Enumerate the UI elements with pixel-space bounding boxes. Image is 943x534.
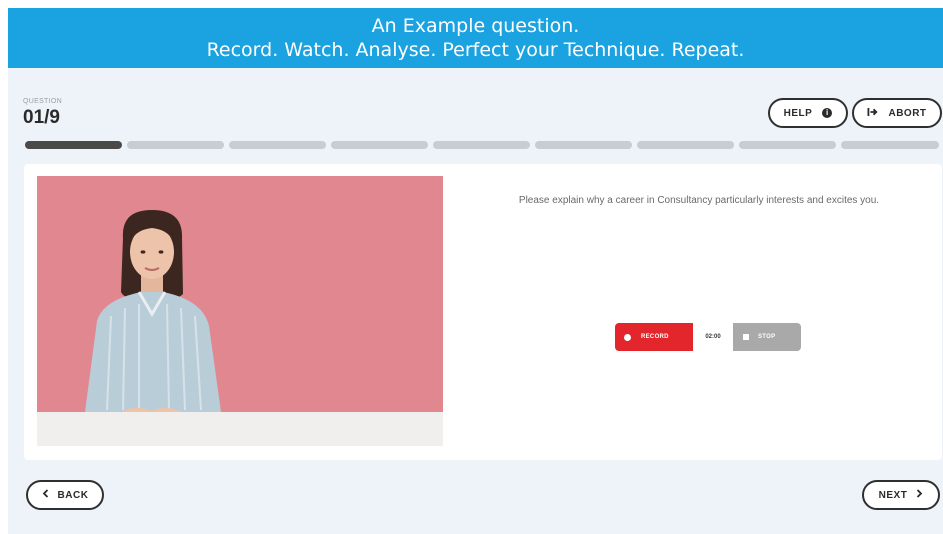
- progress-segment: [637, 141, 734, 149]
- next-label: NEXT: [878, 489, 908, 501]
- record-dot-icon: [624, 333, 631, 341]
- info-circle-icon: i: [822, 108, 833, 118]
- desk-surface: [37, 412, 443, 446]
- progress-segment: [739, 141, 836, 149]
- abort-button[interactable]: ABORT: [852, 98, 942, 128]
- progress-segment: [229, 141, 326, 149]
- progress-segment: [841, 141, 939, 149]
- help-label: HELP: [783, 107, 813, 119]
- header-banner: An Example question. Record. Watch. Anal…: [8, 8, 943, 68]
- back-label: BACK: [57, 489, 89, 501]
- back-button[interactable]: BACK: [26, 480, 104, 510]
- exit-icon: [867, 107, 879, 120]
- progress-segment: [127, 141, 224, 149]
- question-label: QUESTION: [23, 98, 62, 105]
- stop-square-icon: [743, 334, 749, 340]
- progress-segment: [535, 141, 632, 149]
- question-text: Please explain why a career in Consultan…: [518, 195, 880, 206]
- record-button[interactable]: RECORD: [615, 323, 693, 351]
- recorder-controls: RECORD 02:00 STOP: [615, 323, 801, 351]
- record-timer: 02:00: [693, 323, 733, 351]
- help-button[interactable]: HELP i: [768, 98, 848, 128]
- progress-segment: [433, 141, 530, 149]
- banner-title: An Example question.: [371, 15, 580, 37]
- stop-label: STOP: [758, 334, 776, 340]
- abort-label: ABORT: [888, 107, 927, 119]
- chevron-left-icon: [42, 489, 49, 501]
- person-illustration: [85, 210, 221, 424]
- record-label: RECORD: [641, 334, 669, 340]
- video-preview: [37, 176, 443, 446]
- progress-segment: [25, 141, 122, 149]
- question-counter: 01/9: [23, 107, 60, 128]
- banner-subtitle: Record. Watch. Analyse. Perfect your Tec…: [206, 39, 745, 61]
- chevron-right-icon: [916, 489, 923, 501]
- next-button[interactable]: NEXT: [862, 480, 940, 510]
- progress-segment: [331, 141, 428, 149]
- stop-button[interactable]: STOP: [733, 323, 801, 351]
- progress-bar: [25, 141, 942, 149]
